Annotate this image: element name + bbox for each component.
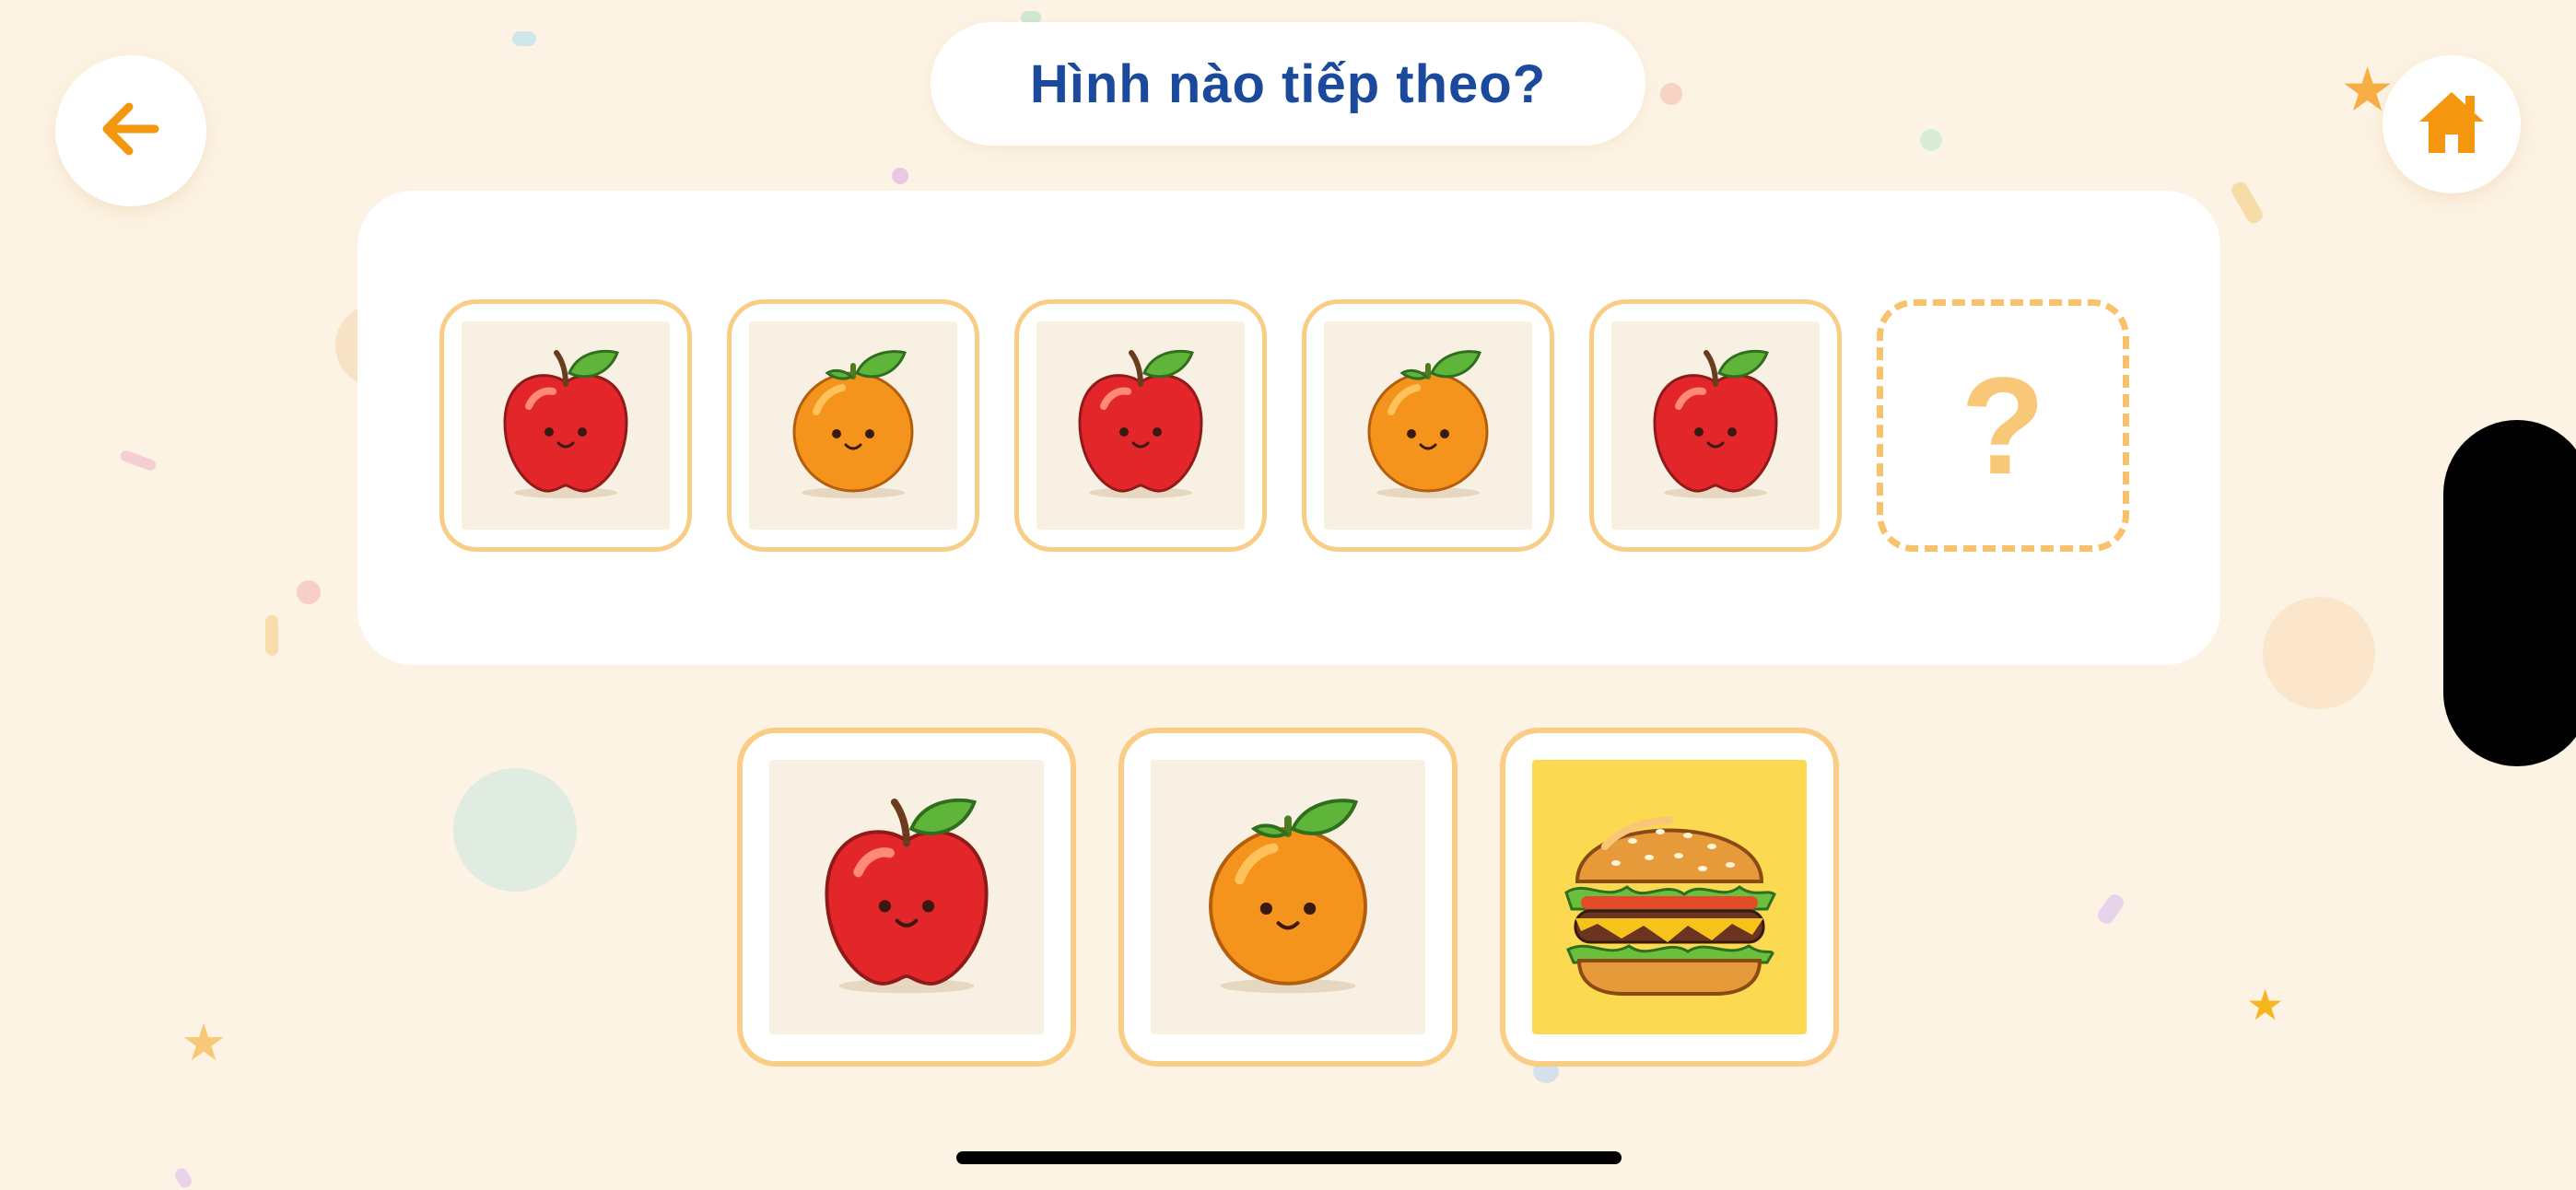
confetti-decoration [512,31,536,46]
orange-icon [1354,345,1502,507]
confetti-decoration [265,615,278,656]
home-icon [2416,87,2488,163]
apple-icon [1067,345,1214,507]
confetti-decoration [892,168,908,184]
apple-icon [810,792,1003,1003]
title-banner: Hình nào tiếp theo? [931,22,1645,146]
confetti-decoration [1660,83,1682,105]
star-decoration: ★ [181,1013,228,1071]
hamburger-icon [1550,780,1789,1015]
confetti-decoration [172,1165,194,1190]
sequence-tile [1589,299,1842,552]
confetti-decoration [2263,597,2375,709]
confetti-decoration [453,768,577,892]
confetti-decoration [297,580,321,604]
orange-icon [1191,792,1385,1003]
home-indicator[interactable] [956,1151,1622,1164]
sequence-tile [439,299,692,552]
star-decoration: ★ [2246,981,2285,1029]
confetti-decoration [2094,891,2127,928]
question-mark: ? [1961,348,2045,503]
confetti-decoration [119,449,158,472]
choice-orange[interactable] [1118,728,1458,1067]
answer-slot: ? [1877,299,2129,552]
confetti-decoration [2229,179,2266,227]
arrow-left-icon [94,92,168,170]
sequence-tile [1302,299,1554,552]
confetti-decoration [1920,129,1942,151]
apple-icon [492,345,639,507]
page-title: Hình nào tiếp theo? [1029,53,1547,114]
choice-hamburger[interactable] [1500,728,1839,1067]
side-handle [2443,420,2576,766]
home-button[interactable] [2383,55,2521,193]
apple-icon [1642,345,1789,507]
choice-apple[interactable] [737,728,1076,1067]
sequence-tile [1014,299,1267,552]
sequence-tile [727,299,979,552]
orange-icon [779,345,927,507]
back-button[interactable] [55,55,206,206]
